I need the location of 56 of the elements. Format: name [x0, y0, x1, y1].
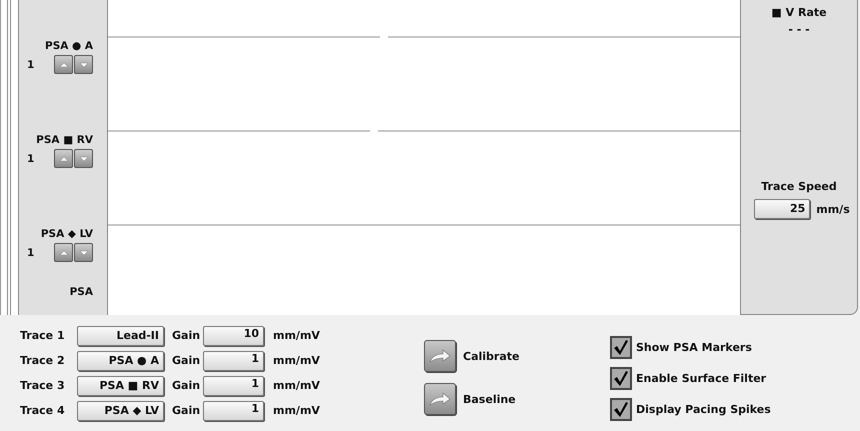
gain-label: Gain — [172, 354, 202, 367]
gain-label: Gain — [172, 379, 202, 392]
trace-source-button[interactable]: Lead-II — [77, 326, 164, 346]
curved-arrow-icon — [429, 348, 451, 364]
gain-unit: mm/mV — [273, 379, 321, 392]
speed-unit: mm/s — [816, 202, 850, 216]
curved-arrow-icon — [429, 391, 451, 407]
down-button[interactable] — [74, 55, 93, 74]
gain-label: Gain — [172, 404, 202, 417]
down-arrow-icon — [78, 154, 88, 162]
trace-source-button[interactable]: PSA ● A — [77, 350, 164, 370]
trace-source-button[interactable]: PSA ■ RV — [77, 376, 164, 396]
up-arrow-icon — [58, 60, 68, 68]
channel-label: PSA ■ RV — [36, 134, 93, 146]
gain-label: Gain — [172, 329, 202, 342]
trace-label: Trace 2 — [20, 354, 66, 367]
gain-unit: mm/mV — [273, 329, 321, 342]
action-button[interactable] — [424, 340, 456, 372]
channel-label: PSA ● A — [45, 40, 93, 52]
gain-field[interactable]: 10 — [203, 326, 264, 346]
up-button[interactable] — [54, 55, 73, 74]
scale-value: 1 — [27, 58, 36, 70]
up-arrow-icon — [58, 248, 68, 256]
trace-speed-label: Trace Speed — [761, 180, 837, 193]
up-button[interactable] — [54, 149, 73, 168]
action-label: Calibrate — [463, 350, 520, 362]
speed-field[interactable]: 25 — [754, 199, 810, 219]
down-button[interactable] — [74, 243, 93, 262]
gain-unit: mm/mV — [273, 354, 321, 367]
action-label: Baseline — [463, 392, 516, 406]
checkbox[interactable] — [610, 367, 632, 390]
option-label: Enable Surface Filter — [636, 372, 766, 385]
checkbox[interactable] — [610, 398, 632, 421]
scale-value: 1 — [27, 246, 36, 258]
trace-label: Trace 4 — [20, 404, 66, 417]
trace-source-button[interactable]: PSA ◆ LV — [77, 400, 164, 420]
trace-label: Trace 1 — [20, 329, 66, 342]
up-arrow-icon — [58, 154, 68, 162]
gain-unit: mm/mV — [273, 404, 321, 417]
down-button[interactable] — [74, 149, 93, 168]
scale-value: 1 — [27, 152, 36, 164]
rate-label: ■ V Rate — [771, 6, 827, 19]
gain-field[interactable]: 1 — [203, 400, 264, 420]
down-arrow-icon — [78, 248, 88, 256]
gain-field[interactable]: 1 — [203, 376, 264, 396]
down-arrow-icon — [78, 60, 88, 68]
action-button[interactable] — [424, 383, 456, 415]
option-label: Display Pacing Spikes — [636, 403, 771, 416]
rate-value: - - - — [788, 23, 810, 36]
checkbox[interactable] — [610, 336, 632, 359]
gain-field[interactable]: 1 — [203, 350, 264, 370]
option-label: Show PSA Markers — [636, 341, 752, 354]
channel-label: PSA ◆ LV — [40, 228, 93, 240]
trace-label: Trace 3 — [20, 379, 66, 392]
channel-label: PSA — [70, 286, 93, 298]
up-button[interactable] — [54, 243, 73, 262]
